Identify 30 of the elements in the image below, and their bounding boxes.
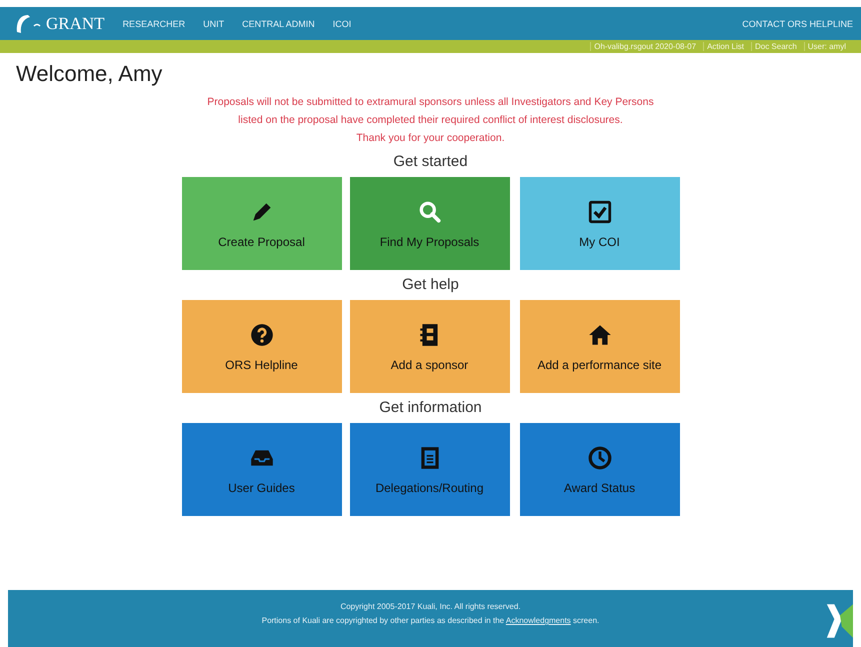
- section-heading: Get information: [379, 399, 482, 417]
- logo-text[interactable]: GRANT: [46, 14, 105, 34]
- notice-text: Thank you for your cooperation.: [355, 131, 506, 146]
- tile-button[interactable]: Create Proposal: [182, 177, 342, 270]
- logo-icon: [825, 602, 853, 640]
- nav-link[interactable]: CENTRAL ADMIN: [242, 18, 315, 28]
- contact-link[interactable]: CONTACT ORS HELPLINE: [742, 18, 853, 28]
- tile-button[interactable]: Delegations/Routing: [350, 423, 510, 516]
- tile-button[interactable]: Award Status: [520, 423, 680, 516]
- acknowledgments-link[interactable]: Acknowledgments: [506, 616, 571, 625]
- copyright-text: Copyright 2005-2017 Kuali, Inc. All rights reserved.: [340, 601, 521, 613]
- section-heading: Get help: [402, 276, 459, 294]
- checkbox-icon: [586, 198, 612, 224]
- search-icon: [416, 198, 442, 224]
- nav-link[interactable]: UNIT: [203, 18, 224, 28]
- notice-text: Proposals will not be submitted to extramural sponsors unless all Investigators and Key Persons: [207, 95, 654, 110]
- section-heading: Get started: [393, 153, 468, 171]
- notice-text: listed on the proposal have completed their required conflict of interest disclosures.: [237, 113, 624, 128]
- nav-link[interactable]: ICOI: [332, 18, 352, 28]
- tile-button[interactable]: User Guides: [182, 423, 342, 516]
- welcome-heading: Welcome, Amy: [16, 61, 162, 87]
- tile-button[interactable]: Add a sponsor: [350, 300, 510, 393]
- tile-button[interactable]: Add a performance site: [520, 300, 680, 393]
- tile-button[interactable]: My COI: [520, 177, 680, 270]
- tile-button[interactable]: Find My Proposals: [350, 177, 510, 270]
- nav-link[interactable]: RESEARCHER: [122, 18, 186, 28]
- question-icon: [248, 322, 274, 348]
- footer-text: Portions of Kuali are copyrighted by other parties as described in the Acknowledgments screen.: [262, 615, 600, 627]
- tile-button[interactable]: ORS Helpline: [182, 300, 342, 393]
- clock-icon: [586, 444, 612, 470]
